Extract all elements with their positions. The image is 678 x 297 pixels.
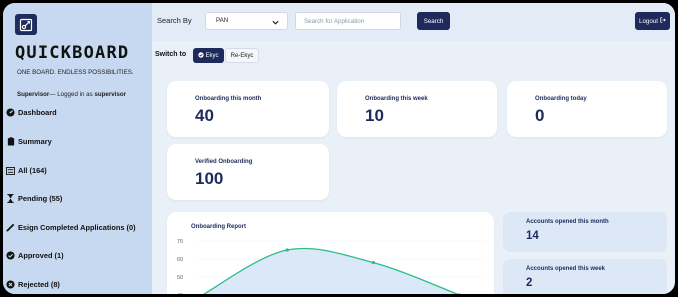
accounts-label: Accounts opened this week bbox=[526, 266, 606, 272]
onboarding-report-card: Onboarding Report 70 60 50 40 bbox=[167, 212, 494, 294]
stat-value: 100 bbox=[195, 169, 224, 188]
onboarding-chart: 70 60 50 40 bbox=[177, 239, 485, 294]
accounts-card-week: Accounts opened this week 2 bbox=[503, 259, 667, 294]
username: supervisor bbox=[94, 91, 127, 98]
chevron-down-icon bbox=[272, 17, 279, 33]
search-button[interactable]: Search bbox=[417, 12, 450, 30]
stat-label: Onboarding today bbox=[535, 96, 587, 102]
sidebar-item-label: Dashboard bbox=[18, 108, 57, 117]
switch-option-label: Ekyc bbox=[205, 52, 219, 59]
sidebar-item-rejected[interactable]: Rejected (8) bbox=[6, 280, 60, 289]
search-by-select[interactable]: PAN bbox=[205, 12, 288, 30]
accounts-value: 2 bbox=[526, 277, 533, 289]
check-icon bbox=[198, 51, 205, 60]
stat-value: 40 bbox=[195, 106, 214, 125]
clipboard-icon bbox=[6, 137, 15, 146]
brand-tagline: ONE BOARD. ENDLESS POSSIBILITIES. bbox=[17, 69, 134, 76]
stat-label: Onboarding this week bbox=[365, 96, 428, 102]
y-tick-label: 50 bbox=[177, 275, 183, 281]
stat-card-month: Onboarding this month 40 bbox=[167, 81, 329, 137]
hourglass-icon bbox=[6, 194, 15, 203]
stat-value: 10 bbox=[365, 106, 384, 125]
list-icon bbox=[6, 166, 15, 175]
stat-label: Verified Onboarding bbox=[195, 159, 253, 165]
x-circle-icon bbox=[6, 280, 15, 289]
switch-label: Switch to bbox=[155, 51, 187, 58]
top-bar: Search By PAN Search Logout bbox=[152, 3, 675, 41]
sidebar-item-dashboard[interactable]: Dashboard bbox=[6, 108, 57, 117]
logo-icon bbox=[15, 14, 37, 35]
y-tick-label: 40 bbox=[177, 293, 183, 294]
accounts-value: 14 bbox=[526, 230, 539, 242]
y-tick-label: 60 bbox=[177, 257, 183, 263]
accounts-label: Accounts opened this month bbox=[526, 219, 609, 225]
accounts-card-month: Accounts opened this month 14 bbox=[503, 212, 667, 252]
data-point[interactable] bbox=[371, 261, 375, 265]
logout-icon bbox=[660, 17, 666, 25]
logout-button[interactable]: Logout bbox=[635, 12, 670, 30]
sidebar-item-label: Summary bbox=[18, 137, 52, 146]
signature-icon bbox=[6, 223, 15, 232]
stat-label: Onboarding this month bbox=[195, 96, 262, 102]
sidebar: QUICKBOARD ONE BOARD. ENDLESS POSSIBILIT… bbox=[3, 3, 152, 294]
search-input[interactable] bbox=[295, 12, 401, 30]
stat-card-week: Onboarding this week 10 bbox=[337, 81, 497, 137]
sidebar-item-approved[interactable]: Approved (1) bbox=[6, 251, 64, 260]
data-point[interactable] bbox=[285, 248, 289, 252]
switch-ekyc-button[interactable]: Ekyc bbox=[193, 48, 224, 63]
sidebar-item-esign[interactable]: Esign Completed Applications (0) bbox=[6, 223, 136, 232]
sidebar-item-all[interactable]: All (164) bbox=[6, 166, 47, 175]
y-tick-label: 70 bbox=[177, 239, 183, 245]
search-by-value: PAN bbox=[216, 17, 229, 24]
search-by-label: Search By bbox=[157, 16, 192, 25]
sidebar-item-summary[interactable]: Summary bbox=[6, 137, 52, 146]
check-circle-icon bbox=[6, 251, 15, 260]
login-separator: — Logged in as bbox=[49, 91, 95, 98]
stat-card-verified: Verified Onboarding 100 bbox=[167, 144, 329, 200]
app-window: QUICKBOARD ONE BOARD. ENDLESS POSSIBILIT… bbox=[3, 3, 675, 294]
data-point[interactable] bbox=[458, 293, 461, 294]
sidebar-item-label: All (164) bbox=[18, 166, 47, 175]
switch-reekyc-button[interactable]: Re-Ekyc bbox=[225, 48, 259, 63]
stat-card-today: Onboarding today 0 bbox=[507, 81, 667, 137]
stat-value: 0 bbox=[535, 106, 545, 125]
brand-name: QUICKBOARD bbox=[15, 43, 130, 63]
dashboard-icon bbox=[6, 108, 15, 117]
login-status: Supervisor— Logged in as supervisor bbox=[17, 91, 126, 98]
sidebar-item-pending[interactable]: Pending (55) bbox=[6, 194, 62, 203]
sidebar-item-label: Rejected (8) bbox=[18, 280, 60, 289]
sidebar-item-label: Approved (1) bbox=[18, 251, 64, 260]
sidebar-item-label: Esign Completed Applications (0) bbox=[18, 223, 136, 232]
role-label: Supervisor bbox=[17, 91, 50, 98]
sidebar-item-label: Pending (55) bbox=[18, 194, 63, 203]
logout-label: Logout bbox=[639, 17, 658, 25]
